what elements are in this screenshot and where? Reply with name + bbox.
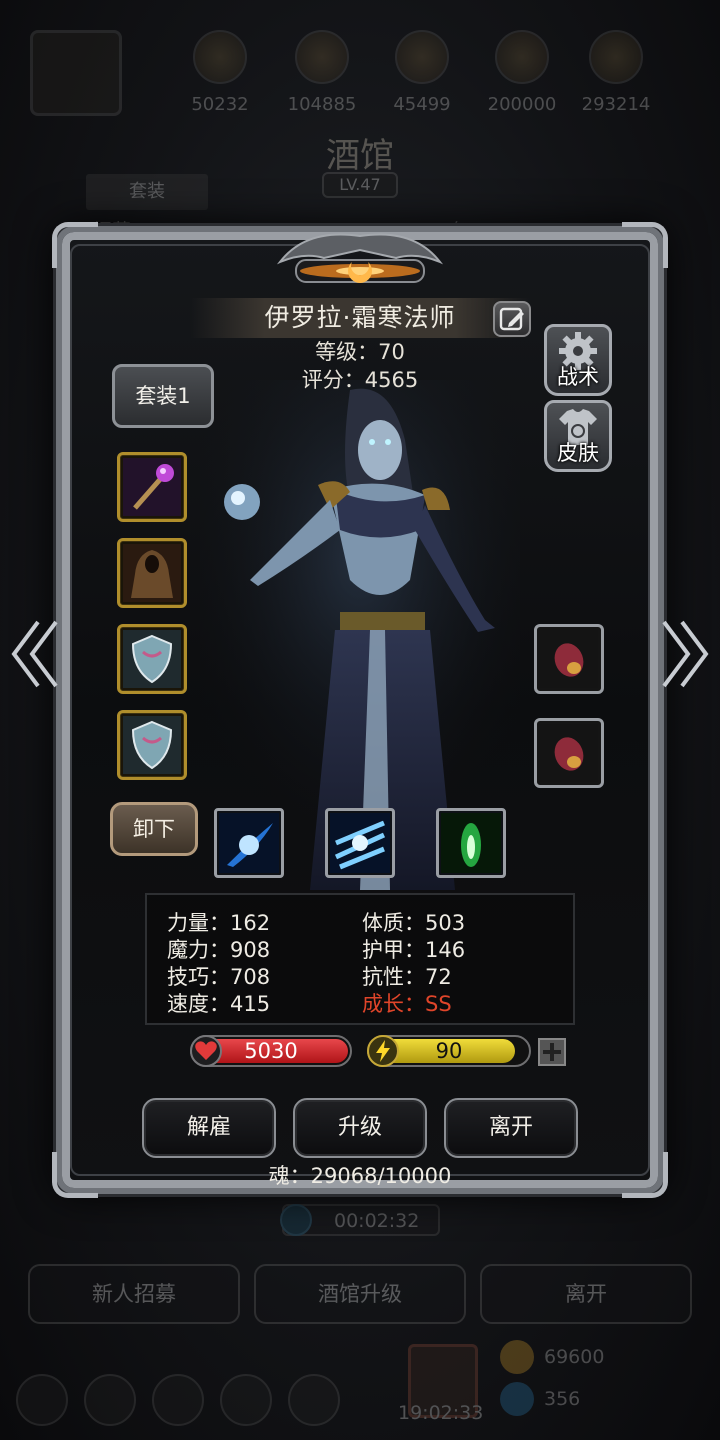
- frame-crest-emblem: [276, 233, 444, 283]
- bottom-bar: 19:02:33 69600 356: [0, 1340, 720, 1440]
- chevron-left-icon[interactable]: [8, 616, 64, 692]
- attr-growth: 成长：SS: [362, 992, 452, 1016]
- heart-icon: [190, 1035, 222, 1067]
- skin-label: 皮肤: [557, 441, 599, 465]
- robe-icon: [123, 544, 181, 602]
- resource-4-icon: [495, 30, 549, 84]
- attr-resistance: 抗性：72: [362, 965, 452, 989]
- resource-5-icon: [589, 30, 643, 84]
- menu-circle-5: [288, 1374, 340, 1426]
- meat-icon: [540, 630, 598, 688]
- attr-speed: 速度：415: [167, 992, 271, 1016]
- edit-icon: [499, 307, 524, 331]
- currency-1: 69600: [544, 1346, 605, 1368]
- tavern-timer: 00:02:32: [280, 1204, 440, 1236]
- resource-1-icon: [193, 30, 247, 84]
- plus-icon: [543, 1043, 561, 1061]
- leave-button[interactable]: 离开: [444, 1098, 578, 1158]
- equip-slot-accessory-2[interactable]: [117, 710, 187, 780]
- resource-2: 104885: [282, 30, 362, 115]
- hp-bar: 5030: [190, 1035, 352, 1067]
- resource-5: 293214: [576, 30, 656, 115]
- equip-slot-weapon[interactable]: [117, 452, 187, 522]
- gem-icon: [500, 1382, 534, 1416]
- attr-skill: 技巧：708: [167, 965, 271, 989]
- hero-score: 评分：4565: [301, 368, 419, 392]
- staff-icon: [123, 458, 181, 516]
- skin-button[interactable]: 皮肤: [544, 400, 612, 472]
- clock-icon: [280, 1204, 312, 1236]
- bottom-clock: 19:02:33: [398, 1402, 484, 1424]
- set-selector-button[interactable]: 套装1: [112, 364, 214, 428]
- attr-magic: 魔力：908: [167, 938, 271, 962]
- resource-3-icon: [395, 30, 449, 84]
- frame-corner-top-right: [622, 222, 668, 268]
- tavern-upgrade-button: 酒馆升级: [254, 1264, 466, 1324]
- tactics-button[interactable]: 战术: [544, 324, 612, 396]
- equip-slot-consumable-2[interactable]: [534, 718, 604, 788]
- soul-counter: 魂：29068/10000: [268, 1164, 452, 1188]
- nature-skill-icon: [441, 813, 501, 873]
- menu-circle-1: [16, 1374, 68, 1426]
- tavern-leave-button: 离开: [480, 1264, 692, 1324]
- attr-strength: 力量：162: [167, 911, 271, 935]
- unequip-button[interactable]: 卸下: [110, 802, 198, 856]
- energy-bar: 90: [367, 1035, 531, 1067]
- upgrade-button[interactable]: 升级: [293, 1098, 427, 1158]
- resource-3: 45499: [382, 30, 462, 115]
- attr-armor: 护甲：146: [362, 938, 466, 962]
- menu-circle-4: [220, 1374, 272, 1426]
- attr-constitution: 体质：503: [362, 911, 466, 935]
- equip-slot-accessory-1[interactable]: [117, 624, 187, 694]
- resource-2-icon: [295, 30, 349, 84]
- rename-button[interactable]: [493, 301, 531, 337]
- resource-4: 200000: [482, 30, 562, 115]
- menu-circle-3: [152, 1374, 204, 1426]
- gold-coin-icon: [500, 1340, 534, 1374]
- tavern-level: LV.47: [322, 172, 398, 198]
- lightning-icon: [367, 1035, 399, 1067]
- equip-slot-consumable-1[interactable]: [534, 624, 604, 694]
- resource-1: 50232: [180, 30, 260, 115]
- player-avatar: [30, 30, 122, 116]
- skill-slot-1[interactable]: [214, 808, 284, 878]
- recruit-button: 新人招募: [28, 1264, 240, 1324]
- ice-storm-skill-icon: [330, 813, 390, 873]
- menu-circle-2: [84, 1374, 136, 1426]
- resource-row: 50232 104885 45499 200000 293214: [30, 30, 690, 130]
- frame-corner-top-left: [52, 222, 98, 268]
- skill-slot-2[interactable]: [325, 808, 395, 878]
- dismiss-button[interactable]: 解雇: [142, 1098, 276, 1158]
- hero-name: 伊罗拉·霜寒法师: [264, 303, 456, 332]
- add-energy-button[interactable]: [538, 1038, 566, 1066]
- tavern-tab-set: 套装: [86, 174, 208, 210]
- hero-level: 等级：70: [315, 340, 405, 364]
- tactics-label: 战术: [557, 365, 599, 389]
- chevron-right-icon[interactable]: [656, 616, 712, 692]
- tavern-title: 酒馆: [326, 136, 394, 176]
- ice-bolt-skill-icon: [219, 813, 279, 873]
- meat-icon: [540, 724, 598, 782]
- equip-slot-armor[interactable]: [117, 538, 187, 608]
- skill-slot-3[interactable]: [436, 808, 506, 878]
- currency-2: 356: [544, 1388, 581, 1410]
- shield-icon: [123, 716, 181, 774]
- shield-icon: [123, 630, 181, 688]
